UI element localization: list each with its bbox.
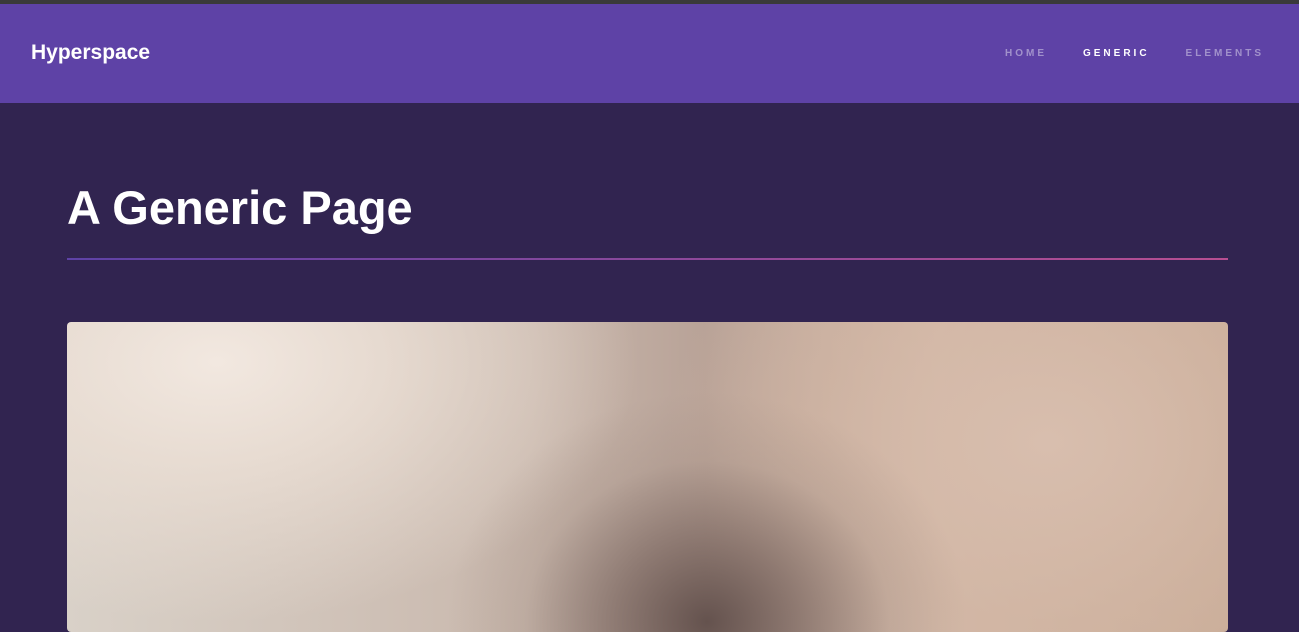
page-title: A Generic Page — [67, 181, 413, 234]
title-divider — [67, 258, 1228, 260]
nav-item-home[interactable]: Home — [1005, 47, 1047, 61]
site-header: Hyperspace Home Generic Elements — [0, 4, 1299, 103]
nav-item-generic[interactable]: Generic — [1083, 47, 1150, 61]
hero-image — [67, 322, 1228, 632]
main-nav: Home Generic Elements — [1005, 47, 1264, 61]
nav-item-elements[interactable]: Elements — [1186, 47, 1264, 61]
brand-logo-link[interactable]: Hyperspace — [31, 40, 150, 66]
